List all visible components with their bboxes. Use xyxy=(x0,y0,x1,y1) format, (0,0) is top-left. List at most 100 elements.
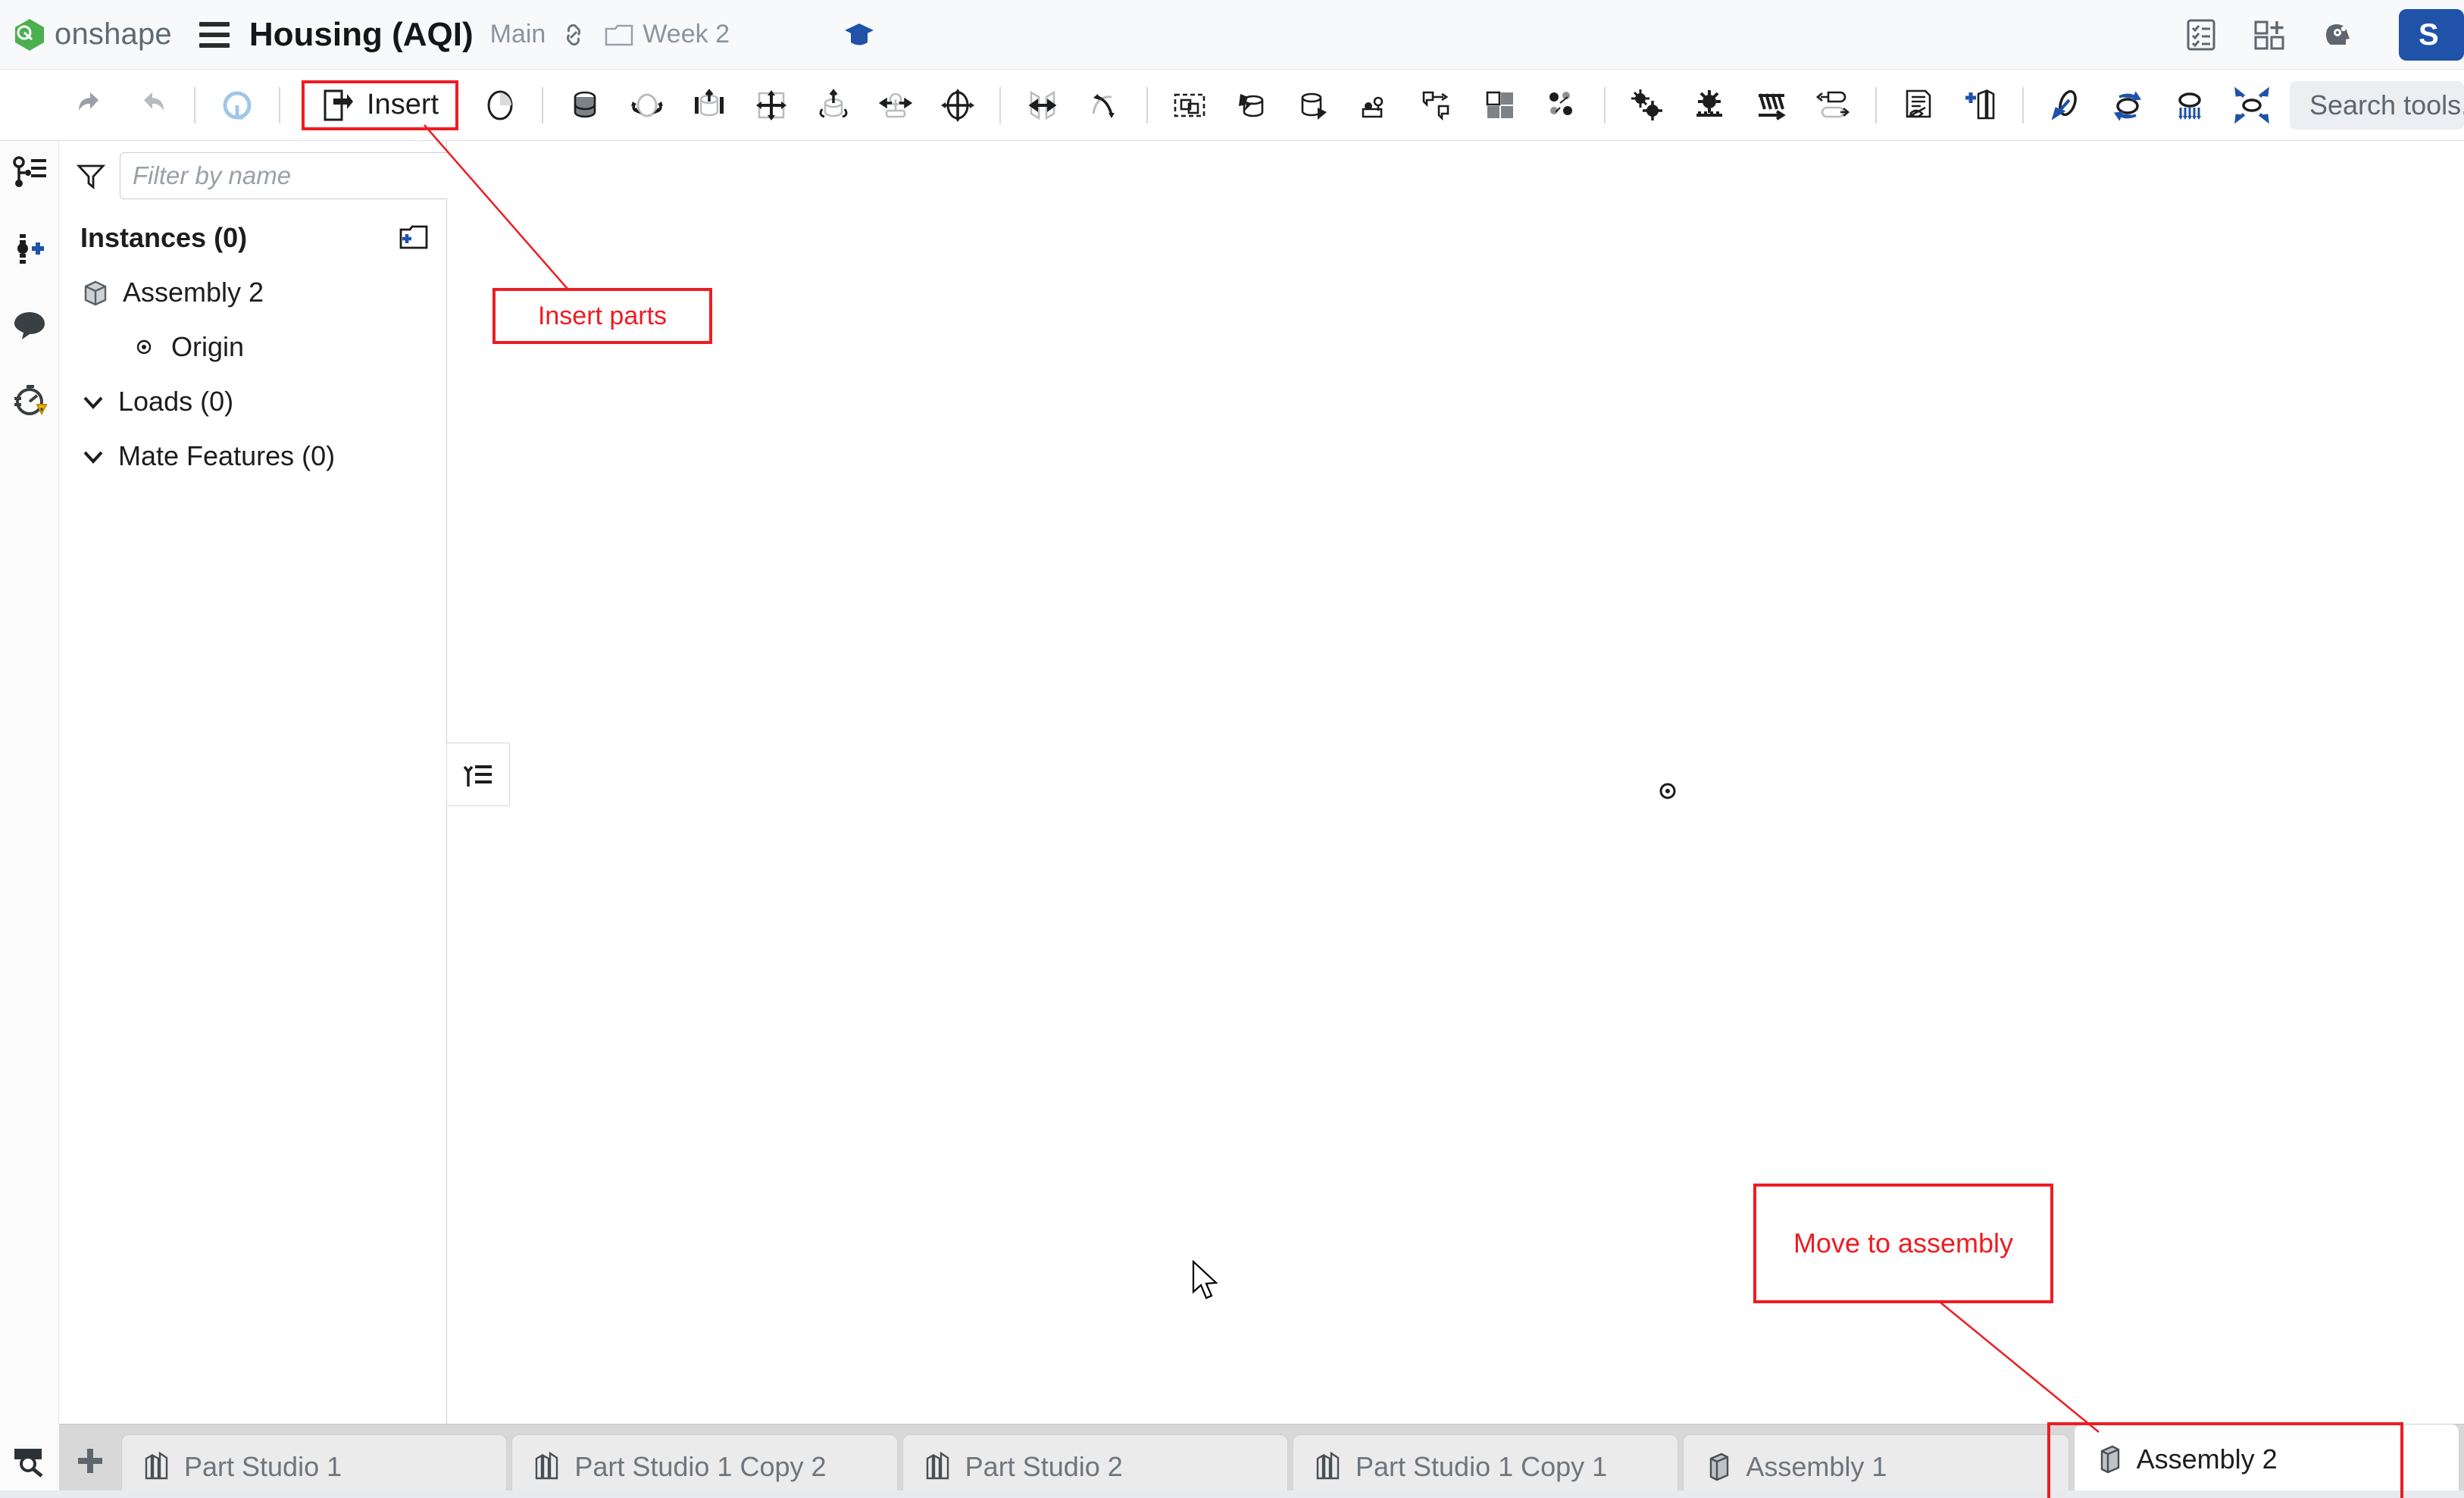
part-studio-icon xyxy=(145,1451,168,1479)
left-rail xyxy=(0,141,59,1424)
branch-name[interactable]: Main xyxy=(490,20,546,49)
performance-warning-icon[interactable] xyxy=(11,382,48,418)
tab-assembly-1[interactable]: Assembly 1 xyxy=(1683,1434,2069,1498)
graduation-cap-icon[interactable] xyxy=(843,20,875,49)
tab-label: Part Studio 2 xyxy=(965,1450,1123,1482)
app-header: onshape Housing (AQI) Main Week 2 S xyxy=(0,0,2464,70)
tree-section-mate-features[interactable]: Mate Features (0) xyxy=(59,429,446,483)
rebuild-icon[interactable] xyxy=(218,86,256,124)
pattern-icon[interactable] xyxy=(1481,86,1519,124)
insert-part-icon xyxy=(324,89,353,120)
toolbar-divider xyxy=(279,86,280,124)
load-constraint-icon[interactable] xyxy=(2233,86,2271,124)
inspect-corner xyxy=(0,1424,59,1498)
part-studio-icon xyxy=(536,1451,558,1479)
filter-input[interactable] xyxy=(120,152,471,199)
hamburger-menu-icon[interactable] xyxy=(199,21,230,48)
load-moment-icon[interactable] xyxy=(2047,86,2084,124)
add-tab-button[interactable] xyxy=(59,1424,121,1498)
annotation-move-to-assembly: Move to assembly xyxy=(1753,1184,2053,1303)
spring-icon[interactable] xyxy=(1753,86,1790,124)
filter-funnel-icon[interactable] xyxy=(76,161,106,191)
tree-item-assembly[interactable]: Assembly 2 xyxy=(59,265,446,320)
pin-slot-mate-icon[interactable] xyxy=(877,86,915,124)
search-tools-input[interactable]: Search tools... xyxy=(2290,80,2464,130)
tab-label: Assembly 1 xyxy=(1746,1450,1887,1482)
collapse-list-button[interactable] xyxy=(446,743,510,806)
parallel-mate-icon[interactable] xyxy=(1024,86,1062,124)
chevron-down-icon xyxy=(83,396,103,409)
origin-point-icon xyxy=(1659,783,1676,799)
toolbar-divider xyxy=(999,86,1002,124)
toolbar-divider xyxy=(2022,86,2025,124)
revolute-mate-icon[interactable] xyxy=(628,86,666,124)
toolbar-divider xyxy=(1875,86,1878,124)
tab-part-studio-1[interactable]: Part Studio 1 xyxy=(121,1434,508,1498)
load-pressure-icon[interactable] xyxy=(2171,86,2209,124)
toolbar-divider xyxy=(194,86,195,124)
checklist-icon[interactable] xyxy=(2184,17,2219,52)
cylindrical-mate-icon[interactable] xyxy=(815,86,852,124)
undo-icon[interactable] xyxy=(71,86,109,124)
insert-fastener-icon[interactable] xyxy=(1357,86,1395,124)
assembly-icon xyxy=(84,280,107,306)
graphics-canvas[interactable] xyxy=(447,141,2464,1424)
assembly-tree-panel: Instances (0) Assembly 2 Origin xyxy=(59,141,515,1424)
tab-label: Part Studio 1 Copy 1 xyxy=(1355,1450,1608,1482)
tangent-mate-icon[interactable] xyxy=(1086,86,1124,124)
brand-name: onshape xyxy=(55,17,172,51)
folder-name[interactable]: Week 2 xyxy=(643,20,730,49)
load-torque-icon[interactable] xyxy=(2109,86,2147,124)
assembly-toolbar: Insert Search tools xyxy=(0,70,2464,141)
rack-pinion-icon[interactable] xyxy=(1690,86,1728,124)
fastened-mate-icon[interactable] xyxy=(566,86,604,124)
tab-part-studio-2[interactable]: Part Studio 2 xyxy=(902,1434,1288,1498)
fastener-icon[interactable] xyxy=(1233,86,1271,124)
tab-part-studio-1-copy-1[interactable]: Part Studio 1 Copy 1 xyxy=(1292,1434,1679,1498)
transform-icon[interactable] xyxy=(1419,86,1457,124)
folder-icon[interactable] xyxy=(605,23,633,47)
onshape-logo-icon[interactable] xyxy=(14,18,45,52)
tree-section-loads[interactable]: Loads (0) xyxy=(59,374,446,429)
version-graph-icon[interactable] xyxy=(11,155,48,191)
header-actions: S xyxy=(2184,0,2464,70)
explode-icon[interactable] xyxy=(1543,86,1581,124)
onshape-assembly-window: onshape Housing (AQI) Main Week 2 S Inse… xyxy=(0,0,2464,1498)
tree-item-origin[interactable]: Origin xyxy=(59,320,446,374)
ball-mate-icon[interactable] xyxy=(939,86,977,124)
link-icon[interactable] xyxy=(561,22,586,48)
instances-label: Instances (0) xyxy=(80,222,248,253)
filter-row xyxy=(59,141,515,211)
part-studio-icon xyxy=(1316,1451,1340,1479)
planar-mate-icon[interactable] xyxy=(752,86,790,124)
slider-mate-icon[interactable] xyxy=(690,86,728,124)
replace-instance-icon[interactable] xyxy=(1295,86,1333,124)
comments-icon[interactable] xyxy=(11,306,48,342)
bom-hide-icon[interactable] xyxy=(1900,86,1937,124)
main-body: Instances (0) Assembly 2 Origin xyxy=(0,141,2464,1424)
toolbar-divider xyxy=(1604,86,1606,124)
tab-label: Part Studio 1 Copy 2 xyxy=(574,1450,827,1482)
tab-part-studio-1-copy-2[interactable]: Part Studio 1 Copy 2 xyxy=(511,1434,898,1498)
gear-mate-icon[interactable] xyxy=(1628,86,1666,124)
linear-relation-icon[interactable] xyxy=(1815,86,1853,124)
toolbar-divider xyxy=(542,86,544,124)
mate-features-label: Mate Features (0) xyxy=(118,440,336,471)
add-panel-icon[interactable] xyxy=(2252,17,2287,52)
annotation-insert-parts: Insert parts xyxy=(492,288,712,344)
add-part-icon[interactable] xyxy=(1962,86,2000,124)
document-title: Housing (AQI) xyxy=(249,15,474,53)
group-icon[interactable] xyxy=(1171,86,1209,124)
collapse-list-icon xyxy=(463,765,492,787)
redo-icon[interactable] xyxy=(133,86,171,124)
insert-button[interactable]: Insert xyxy=(302,80,459,130)
origin-icon xyxy=(136,339,152,355)
share-button[interactable]: S xyxy=(2399,9,2464,61)
mate-connector-icon[interactable] xyxy=(481,86,519,124)
new-folder-icon[interactable] xyxy=(396,224,430,252)
inspect-magnifier-icon[interactable] xyxy=(11,1444,48,1478)
tab-label: Part Studio 1 xyxy=(184,1450,342,1482)
ai-brain-icon[interactable] xyxy=(2320,17,2355,52)
add-version-icon[interactable] xyxy=(11,230,48,267)
part-studio-icon xyxy=(926,1451,949,1479)
